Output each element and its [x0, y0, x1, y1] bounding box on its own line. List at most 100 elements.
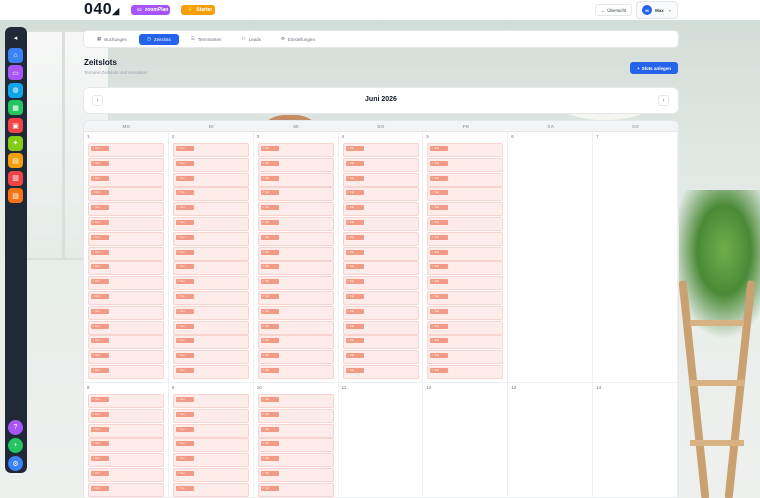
- time-slot[interactable]: ✓ frei: [88, 408, 164, 423]
- tab-buchungen[interactable]: ▦ Buchungen: [89, 34, 135, 45]
- time-slot[interactable]: ✓ frei: [257, 438, 334, 453]
- time-slot[interactable]: ✓ frei: [88, 482, 164, 497]
- calendar-day-cell[interactable]: 8 ✓ frei ✓ frei ✓ frei ✓ frei ✓ frei ✓ frei ✓ f…: [84, 383, 169, 498]
- calendar-day-cell[interactable]: 13: [508, 383, 594, 498]
- calendar-day-cell[interactable]: 5 ✓ frei ✓ frei ✓ frei ✓ frei ✓ frei ✓ frei ✓ f…: [423, 132, 509, 383]
- time-slot[interactable]: ✓ frei: [257, 305, 334, 320]
- time-slot[interactable]: ✓ frei: [257, 453, 334, 468]
- time-slot[interactable]: ✓ frei: [172, 157, 249, 172]
- time-slot[interactable]: ✓ frei: [172, 305, 249, 320]
- time-slot[interactable]: ✓ frei: [172, 468, 249, 482]
- time-slot[interactable]: ✓ frei: [342, 217, 419, 231]
- time-slot[interactable]: ✓ frei: [427, 217, 504, 231]
- time-slot[interactable]: ✓ frei: [172, 217, 249, 231]
- calendar-dock-button[interactable]: ▦: [8, 100, 23, 116]
- calendar-day-cell[interactable]: 6: [508, 132, 594, 383]
- time-slot[interactable]: ✓ frei: [172, 365, 249, 379]
- time-slot[interactable]: ✓ frei: [257, 423, 334, 438]
- time-slot[interactable]: ✓ frei: [342, 157, 419, 172]
- time-slot[interactable]: ✓ frei: [257, 187, 334, 202]
- time-slot[interactable]: ✓ frei: [88, 453, 164, 468]
- home-dock-button[interactable]: ⌂: [8, 47, 23, 63]
- zoom-badge[interactable]: ▭ zoomPlan: [131, 5, 170, 15]
- time-slot[interactable]: ✓ frei: [88, 157, 164, 172]
- tab-zeitslots[interactable]: ◷ Zeitslots: [139, 33, 179, 45]
- calendar-check-dock-button[interactable]: ▣: [8, 118, 23, 133]
- time-slot[interactable]: ✓ frei: [88, 246, 164, 261]
- time-slot[interactable]: ✓ frei: [257, 335, 334, 350]
- time-slot[interactable]: ✓ frei: [172, 143, 249, 157]
- calendar-day-cell[interactable]: 9 ✓ frei ✓ frei ✓ frei ✓ frei ✓ frei ✓ frei ✓ f…: [168, 383, 254, 498]
- time-slot[interactable]: ✓ frei: [342, 291, 419, 305]
- time-slot[interactable]: ✓ frei: [88, 365, 164, 379]
- time-slot[interactable]: ✓ frei: [257, 394, 334, 408]
- time-slot[interactable]: ✓ frei: [342, 143, 419, 157]
- time-slot[interactable]: ✓ frei: [427, 261, 504, 276]
- user-menu[interactable]: M Max ▾: [636, 1, 678, 19]
- time-slot[interactable]: ✓ frei: [88, 231, 164, 246]
- calendar-day-cell[interactable]: 12: [423, 383, 509, 498]
- time-slot[interactable]: ✓ frei: [342, 246, 419, 261]
- time-slot[interactable]: ✓ frei: [257, 291, 334, 305]
- calendar-day-cell[interactable]: 7: [593, 132, 678, 383]
- time-slot[interactable]: ✓ frei: [257, 202, 334, 217]
- time-slot[interactable]: ✓ frei: [88, 350, 164, 365]
- time-slot[interactable]: ✓ frei: [257, 143, 334, 157]
- time-slot[interactable]: ✓ frei: [427, 172, 504, 187]
- time-slot[interactable]: ✓ frei: [257, 172, 334, 187]
- time-slot[interactable]: ✓ frei: [88, 172, 164, 187]
- time-slot[interactable]: ✓ frei: [342, 305, 419, 320]
- calendar-event-dock-button[interactable]: ▥: [8, 170, 23, 186]
- time-slot[interactable]: ✓ frei: [427, 291, 504, 305]
- time-slot[interactable]: ✓ frei: [257, 246, 334, 261]
- time-slot[interactable]: ✓ frei: [88, 187, 164, 202]
- tab-terminarten[interactable]: ☰ Terminarten: [183, 34, 230, 45]
- time-slot[interactable]: ✓ frei: [257, 320, 334, 335]
- time-slot[interactable]: ✓ frei: [172, 423, 249, 438]
- star-dock-button[interactable]: ✦: [8, 135, 23, 151]
- tab-einstellungen[interactable]: ⚙ Einstellungen: [273, 34, 323, 45]
- time-slot[interactable]: ✓ frei: [427, 157, 504, 172]
- time-slot[interactable]: ✓ frei: [427, 202, 504, 217]
- help-dock-button[interactable]: ?: [8, 420, 23, 435]
- time-slot[interactable]: ✓ frei: [257, 350, 334, 365]
- time-slot[interactable]: ✓ frei: [257, 276, 334, 291]
- calendar-day-cell[interactable]: 1 ✓ frei ✓ frei ✓ frei ✓ frei ✓ frei ✓ frei ✓ f…: [84, 132, 169, 383]
- time-slot[interactable]: ✓ frei: [342, 365, 419, 379]
- next-month-button[interactable]: ›: [658, 95, 669, 106]
- calendar-day-cell[interactable]: 10 ✓ frei ✓ frei ✓ frei ✓ frei ✓ frei ✓ frei ✓ …: [253, 383, 339, 498]
- time-slot[interactable]: ✓ frei: [257, 468, 334, 482]
- time-slot[interactable]: ✓ frei: [88, 261, 164, 276]
- time-slot[interactable]: ✓ frei: [172, 408, 249, 423]
- time-slot[interactable]: ✓ frei: [172, 261, 249, 276]
- time-slot[interactable]: ✓ frei: [427, 231, 504, 246]
- time-slot[interactable]: ✓ frei: [172, 482, 249, 497]
- time-slot[interactable]: ✓ frei: [257, 231, 334, 246]
- time-slot[interactable]: ✓ frei: [88, 202, 164, 217]
- time-slot[interactable]: ✓ frei: [172, 394, 249, 408]
- time-slot[interactable]: ✓ frei: [257, 408, 334, 423]
- time-slot[interactable]: ✓ frei: [88, 217, 164, 231]
- time-slot[interactable]: ✓ frei: [427, 365, 504, 379]
- calendar-day-cell[interactable]: 11: [338, 383, 424, 498]
- plan-badge[interactable]: ⚡ Starter ▾: [181, 5, 218, 15]
- time-slot[interactable]: ✓ frei: [172, 453, 249, 468]
- time-slot[interactable]: ✓ frei: [172, 172, 249, 187]
- time-slot[interactable]: ✓ frei: [342, 261, 419, 276]
- time-slot[interactable]: ✓ frei: [88, 320, 164, 335]
- time-slot[interactable]: ✓ frei: [257, 157, 334, 172]
- time-slot[interactable]: ✓ frei: [172, 231, 249, 246]
- time-slot[interactable]: ✓ frei: [88, 291, 164, 305]
- time-slot[interactable]: ✓ frei: [172, 246, 249, 261]
- time-slot[interactable]: ✓ frei: [427, 305, 504, 320]
- time-slot[interactable]: ✓ frei: [172, 291, 249, 305]
- time-slot[interactable]: ✓ frei: [172, 438, 249, 453]
- time-slot[interactable]: ✓ frei: [342, 335, 419, 350]
- time-slot[interactable]: ✓ frei: [88, 143, 164, 157]
- time-slot[interactable]: ✓ frei: [427, 187, 504, 202]
- time-slot[interactable]: ✓ frei: [172, 187, 249, 202]
- time-slot[interactable]: ✓ frei: [172, 350, 249, 365]
- time-slot[interactable]: ✓ frei: [257, 482, 334, 497]
- time-slot[interactable]: ✓ frei: [427, 276, 504, 291]
- calendar-day-cell[interactable]: 14: [593, 383, 678, 498]
